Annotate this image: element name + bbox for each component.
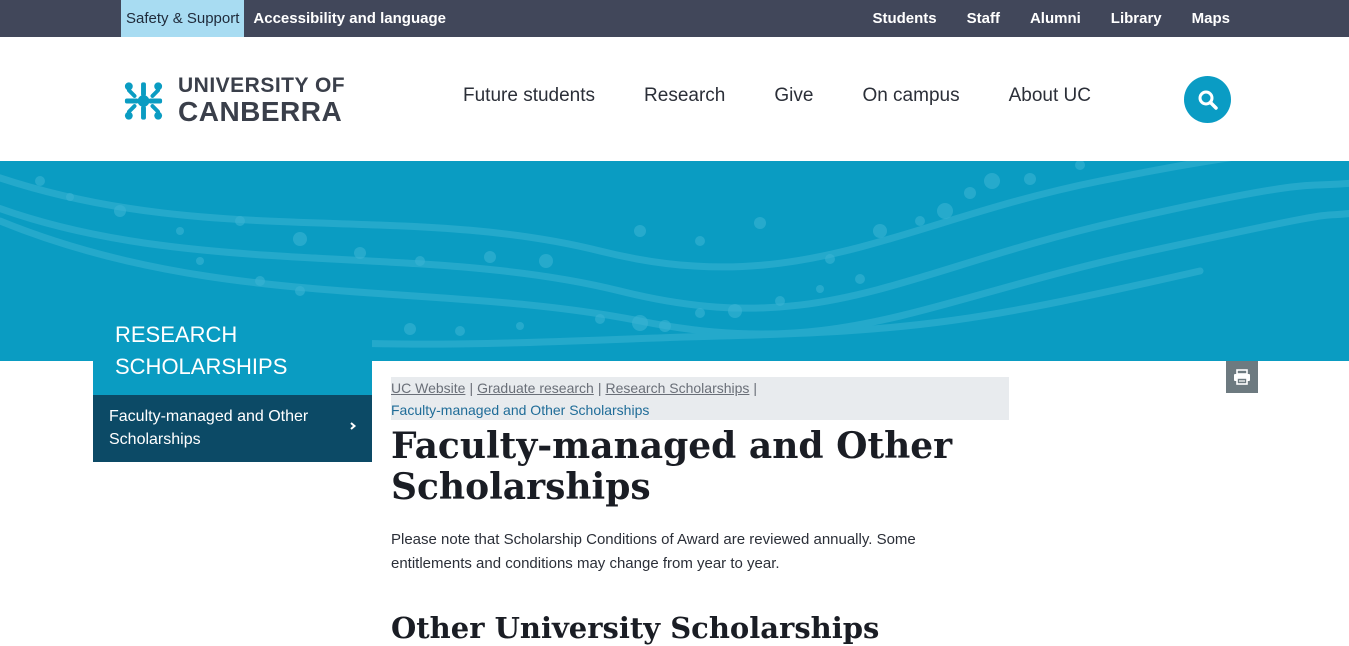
breadcrumb-current: Faculty-managed and Other Scholarships bbox=[391, 402, 650, 418]
logo-line2: CANBERRA bbox=[178, 96, 343, 127]
nav-research[interactable]: Research bbox=[644, 85, 725, 107]
nav-on-campus[interactable]: On campus bbox=[862, 85, 959, 107]
breadcrumb-separator: | bbox=[753, 380, 758, 396]
breadcrumb-separator: | bbox=[469, 380, 474, 396]
breadcrumb-uc-website[interactable]: UC Website bbox=[391, 380, 465, 396]
breadcrumb-research-scholarships[interactable]: Research Scholarships bbox=[605, 380, 749, 396]
print-button[interactable] bbox=[1226, 361, 1258, 393]
sidebar-item-label: Faculty-managed and Other Scholarships bbox=[109, 408, 309, 448]
accessibility-language-link[interactable]: Accessibility and language bbox=[244, 0, 455, 37]
logo-text: UNIVERSITY OF CANBERRA bbox=[178, 75, 345, 126]
safety-support-link[interactable]: Safety & Support bbox=[121, 0, 245, 37]
search-icon bbox=[1198, 90, 1218, 110]
intro-paragraph: Please note that Scholarship Conditions … bbox=[391, 531, 916, 572]
logo-mark-icon bbox=[124, 81, 163, 120]
alumni-link[interactable]: Alumni bbox=[1030, 0, 1081, 37]
search-button[interactable] bbox=[1184, 76, 1231, 123]
staff-link[interactable]: Staff bbox=[967, 0, 1000, 37]
university-logo[interactable]: UNIVERSITY OF CANBERRA bbox=[121, 75, 345, 126]
library-link[interactable]: Library bbox=[1111, 0, 1162, 37]
nav-give[interactable]: Give bbox=[774, 85, 813, 107]
section-heading: Other University Scholarships bbox=[391, 611, 880, 645]
nav-future-students[interactable]: Future students bbox=[463, 85, 595, 107]
breadcrumb-separator: | bbox=[597, 380, 602, 396]
utility-bar: Safety & Support Accessibility and langu… bbox=[0, 0, 1349, 37]
site-header: UNIVERSITY OF CANBERRA Future students R… bbox=[0, 37, 1349, 161]
maps-link[interactable]: Maps bbox=[1192, 0, 1230, 37]
chevron-right-icon bbox=[350, 422, 357, 430]
main-nav: Future students Research Give On campus … bbox=[463, 85, 1140, 107]
page-title: Faculty-managed and Other Scholarships bbox=[391, 425, 953, 508]
breadcrumb: UC Website | Graduate research | Research Sc… bbox=[391, 377, 1009, 420]
sidebar-section-title[interactable]: RESEARCH SCHOLARSHIPS bbox=[93, 305, 372, 395]
utility-links: Students Staff Alumni Library Maps bbox=[842, 0, 1230, 37]
students-link[interactable]: Students bbox=[872, 0, 936, 37]
nav-about-uc[interactable]: About UC bbox=[1009, 85, 1091, 107]
sidebar-item-faculty-managed[interactable]: Faculty-managed and Other Scholarships bbox=[93, 395, 372, 462]
utility-left: Safety & Support Accessibility and langu… bbox=[121, 0, 455, 37]
print-icon bbox=[1234, 369, 1250, 385]
breadcrumb-graduate-research[interactable]: Graduate research bbox=[477, 380, 594, 396]
logo-line1: UNIVERSITY OF bbox=[178, 74, 346, 97]
